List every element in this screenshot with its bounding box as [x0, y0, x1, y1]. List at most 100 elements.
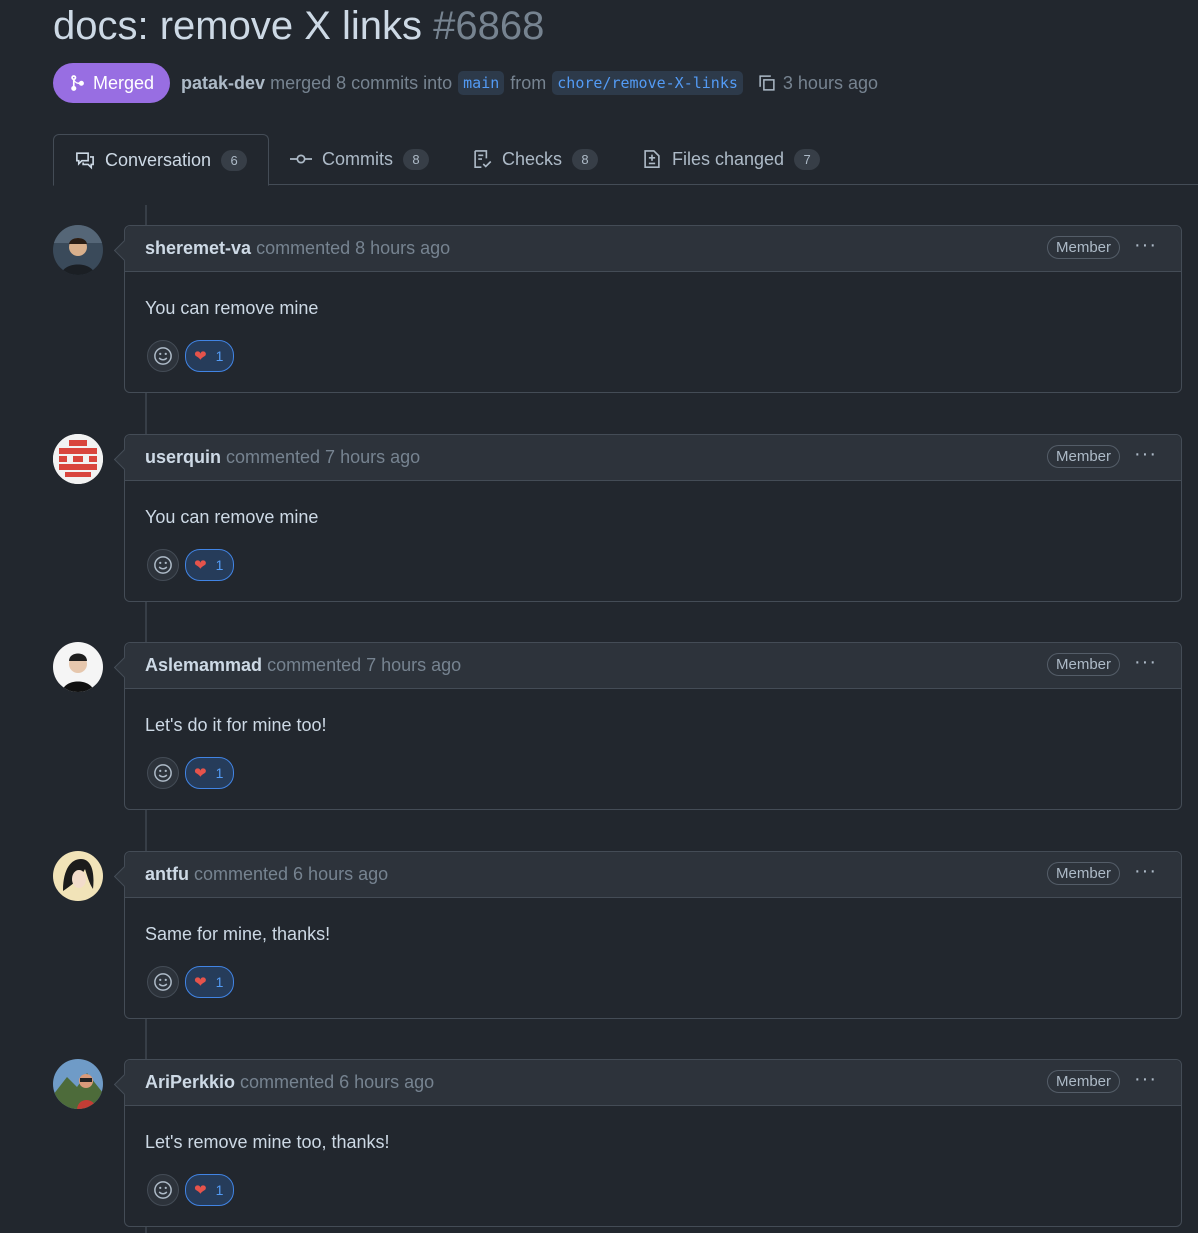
pr-tabs: Conversation 6 Commits 8 Checks 8 Files … [0, 134, 1198, 186]
heart-icon: ❤ [194, 557, 207, 574]
comment-header: antfu commented 6 hours ago Member ··· [125, 852, 1181, 898]
tab-files-changed-count: 7 [794, 148, 821, 170]
add-reaction-button[interactable] [147, 1174, 179, 1206]
pr-title: docs: remove X links #6868 [53, 4, 544, 49]
comment-header: userquin commented 7 hours ago Member ··… [125, 435, 1181, 481]
merged-status-label: Merged [93, 72, 155, 93]
reactions: ❤ 1 [147, 549, 235, 581]
heart-icon: ❤ [194, 765, 207, 782]
heart-icon: ❤ [194, 1182, 207, 1199]
merge-author-link[interactable]: patak-dev [181, 73, 265, 94]
tab-checks[interactable]: Checks 8 [472, 134, 599, 184]
tab-checks-label: Checks [502, 148, 563, 169]
comment-time[interactable]: commented 6 hours ago [194, 864, 388, 885]
member-badge: Member [1046, 862, 1120, 885]
reactions: ❤ 1 [147, 1174, 235, 1206]
smiley-icon [154, 556, 172, 574]
reactions: ❤ 1 [147, 966, 235, 998]
pr-title-text: docs: remove X links [53, 4, 423, 48]
member-badge: Member [1046, 1070, 1120, 1093]
kebab-menu-icon[interactable]: ··· [1134, 651, 1157, 674]
comment-discussion-icon [76, 152, 94, 170]
tab-commits-count: 8 [403, 148, 429, 170]
head-branch-link[interactable]: chore/remove-X-links [552, 71, 743, 95]
merged-status-badge: Merged [53, 63, 171, 103]
git-merge-icon [71, 75, 84, 91]
comment-time[interactable]: commented 7 hours ago [226, 447, 420, 468]
heart-reaction-count: 1 [215, 974, 224, 990]
avatar[interactable] [53, 1059, 103, 1109]
kebab-menu-icon[interactable]: ··· [1134, 234, 1157, 257]
comment-author[interactable]: userquin [145, 447, 221, 468]
avatar[interactable] [53, 851, 103, 901]
add-reaction-button[interactable] [147, 757, 179, 789]
tab-conversation-count: 6 [221, 149, 248, 171]
avatar[interactable] [53, 642, 103, 692]
reactions: ❤ 1 [147, 340, 235, 372]
merge-action-text: merged 8 commits into [270, 72, 453, 93]
git-commit-icon [290, 154, 312, 164]
comment-box: Aslemammad commented 7 hours ago Member … [124, 642, 1182, 810]
kebab-menu-icon[interactable]: ··· [1134, 860, 1157, 883]
comment-author[interactable]: sheremet-va [145, 238, 251, 259]
comment-header: Aslemammad commented 7 hours ago Member … [125, 643, 1181, 689]
kebab-menu-icon[interactable]: ··· [1134, 443, 1157, 466]
comment-time[interactable]: commented 8 hours ago [256, 238, 450, 259]
heart-reaction-count: 1 [215, 348, 224, 364]
comment-header: sheremet-va commented 8 hours ago Member… [125, 226, 1181, 272]
comment-body: Let's do it for mine too! [145, 715, 327, 735]
comment-author[interactable]: AriPerkkio [145, 1072, 235, 1093]
comment-header: AriPerkkio commented 6 hours ago Member … [125, 1060, 1181, 1106]
tab-conversation-label: Conversation [105, 149, 212, 170]
add-reaction-button[interactable] [147, 966, 179, 998]
tab-files-changed-label: Files changed [672, 148, 785, 169]
heart-reaction-button[interactable]: ❤ 1 [185, 966, 235, 998]
smiley-icon [154, 764, 172, 782]
add-reaction-button[interactable] [147, 549, 179, 581]
comment-time[interactable]: commented 6 hours ago [240, 1072, 434, 1093]
base-branch-link[interactable]: main [458, 71, 505, 95]
heart-reaction-count: 1 [215, 557, 224, 573]
heart-reaction-count: 1 [215, 1182, 224, 1198]
add-reaction-button[interactable] [147, 340, 179, 372]
tab-commits[interactable]: Commits 8 [290, 134, 429, 184]
tab-conversation[interactable]: Conversation 6 [53, 134, 270, 186]
comment-body: You can remove mine [145, 298, 319, 318]
heart-reaction-count: 1 [215, 765, 224, 781]
merge-time: 3 hours ago [782, 72, 878, 93]
heart-reaction-button[interactable]: ❤ 1 [185, 549, 235, 581]
pr-meta: Merged patak-dev merged 8 commits into m… [53, 63, 878, 103]
tab-checks-count: 8 [572, 148, 599, 170]
comment-time[interactable]: commented 7 hours ago [267, 655, 461, 676]
from-text: from [510, 72, 547, 93]
comment-box: sheremet-va commented 8 hours ago Member… [124, 225, 1182, 393]
smiley-icon [154, 1181, 172, 1199]
checklist-icon [474, 150, 492, 168]
comment-body: Same for mine, thanks! [145, 924, 331, 944]
member-badge: Member [1046, 236, 1120, 259]
reactions: ❤ 1 [147, 757, 235, 789]
avatar[interactable] [53, 434, 103, 484]
comment-body: Let's remove mine too, thanks! [145, 1132, 390, 1152]
member-badge: Member [1046, 653, 1120, 676]
heart-icon: ❤ [194, 974, 207, 991]
heart-reaction-button[interactable]: ❤ 1 [185, 1174, 235, 1206]
heart-reaction-button[interactable]: ❤ 1 [185, 757, 235, 789]
heart-reaction-button[interactable]: ❤ 1 [185, 340, 235, 372]
pr-number: #6868 [433, 4, 545, 48]
tab-commits-label: Commits [322, 148, 393, 169]
tab-files-changed[interactable]: Files changed 7 [642, 134, 821, 184]
comment-box: AriPerkkio commented 6 hours ago Member … [124, 1059, 1182, 1227]
comment-author[interactable]: antfu [145, 864, 189, 885]
file-diff-icon [644, 150, 660, 168]
smiley-icon [154, 347, 172, 365]
copy-icon[interactable] [757, 73, 777, 93]
avatar[interactable] [53, 225, 103, 275]
heart-icon: ❤ [194, 348, 207, 365]
member-badge: Member [1046, 445, 1120, 468]
comment-body: You can remove mine [145, 507, 319, 527]
comment-box: userquin commented 7 hours ago Member ··… [124, 434, 1182, 602]
comment-author[interactable]: Aslemammad [145, 655, 262, 676]
comment-box: antfu commented 6 hours ago Member ··· S… [124, 851, 1182, 1019]
kebab-menu-icon[interactable]: ··· [1134, 1068, 1157, 1091]
